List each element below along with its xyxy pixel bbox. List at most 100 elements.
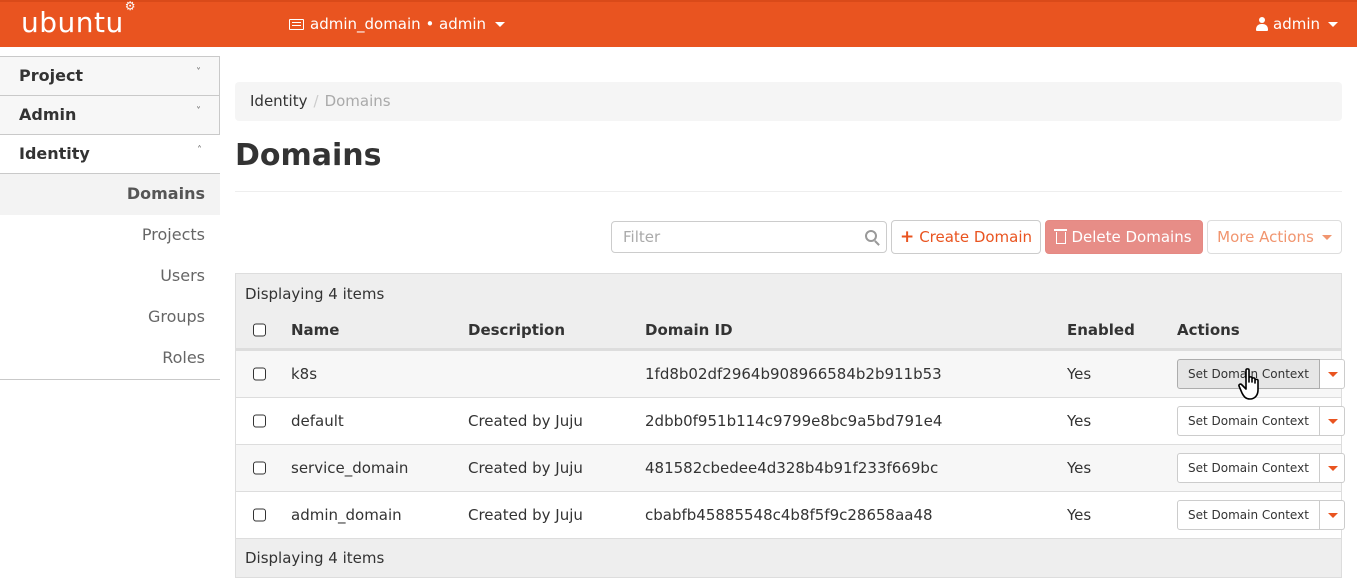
select-all-checkbox[interactable] xyxy=(253,323,266,337)
sidebar: Project ˅ Admin ˅ Identity ˄ Domains Pro… xyxy=(0,56,220,380)
caret-down-icon xyxy=(1328,418,1339,424)
sidebar-item-groups[interactable]: Groups xyxy=(0,297,220,338)
row-actions-dropdown-toggle[interactable] xyxy=(1319,406,1345,436)
sidebar-section-label: Project xyxy=(19,66,84,85)
page-title: Domains xyxy=(235,138,382,173)
caret-down-icon xyxy=(1321,234,1332,240)
sidebar-section-admin[interactable]: Admin ˅ xyxy=(0,95,220,134)
caret-down-icon xyxy=(495,21,506,27)
caret-down-icon xyxy=(1328,512,1339,518)
sidebar-item-users[interactable]: Users xyxy=(0,256,220,297)
row-checkbox[interactable] xyxy=(253,367,266,381)
row-checkbox[interactable] xyxy=(253,461,266,475)
search-icon[interactable] xyxy=(865,230,877,242)
row-select-cell xyxy=(253,508,266,522)
table-row: service_domain Created by Juju 481582cbe… xyxy=(236,445,1345,492)
table-item-count: Displaying 4 items xyxy=(236,274,1341,314)
chevron-down-icon: ˅ xyxy=(196,67,201,78)
row-actions: Set Domain Context xyxy=(1177,359,1345,389)
project-switcher[interactable]: admin_domain • admin xyxy=(289,15,506,33)
set-domain-context-button[interactable]: Set Domain Context xyxy=(1177,406,1320,436)
domain-name: admin_domain xyxy=(291,506,402,524)
user-menu[interactable]: admin xyxy=(1256,15,1338,33)
brand-text: ubuntu xyxy=(21,6,124,39)
circle-of-friends-icon: ⚙ xyxy=(124,0,137,13)
domain-id: 481582cbedee4d328b4b91f233f669bc xyxy=(645,459,939,477)
caret-down-icon xyxy=(1328,21,1338,27)
delete-domains-label: Delete Domains xyxy=(1071,228,1192,246)
caret-down-icon xyxy=(1328,371,1339,377)
table-row: k8s 1fd8b02df2964b908966584b2b911b53 Yes… xyxy=(236,351,1345,398)
table-row: admin_domain Created by Juju cbabfb45885… xyxy=(236,492,1345,539)
row-actions-dropdown-toggle[interactable] xyxy=(1319,359,1345,389)
user-menu-label: admin xyxy=(1273,15,1320,33)
column-header-actions: Actions xyxy=(1177,320,1240,339)
row-actions: Set Domain Context xyxy=(1177,453,1345,483)
table-footer-count: Displaying 4 items xyxy=(236,539,1341,577)
row-select-cell xyxy=(253,367,266,381)
table-row: default Created by Juju 2dbb0f951b114c97… xyxy=(236,398,1345,445)
filter-input[interactable] xyxy=(623,228,853,246)
sidebar-item-roles[interactable]: Roles xyxy=(0,338,220,379)
caret-down-icon xyxy=(1328,465,1339,471)
create-domain-button[interactable]: + Create Domain xyxy=(891,220,1041,254)
domain-description: Created by Juju xyxy=(468,412,583,430)
breadcrumb: Identity / Domains xyxy=(235,82,1342,121)
domain-description: Created by Juju xyxy=(468,459,583,477)
more-actions-button[interactable]: More Actions xyxy=(1207,220,1342,254)
row-select-cell xyxy=(253,461,266,475)
trash-icon xyxy=(1054,229,1068,244)
column-header-name[interactable]: Name xyxy=(291,321,339,339)
top-navbar: ubuntu⚙ admin_domain • admin admin xyxy=(0,0,1357,47)
row-checkbox[interactable] xyxy=(253,508,266,522)
sidebar-item-domains[interactable]: Domains xyxy=(0,174,220,215)
column-header-domain-id[interactable]: Domain ID xyxy=(645,321,733,339)
row-actions-dropdown-toggle[interactable] xyxy=(1319,453,1345,483)
plus-icon: + xyxy=(899,227,915,247)
set-domain-context-button[interactable]: Set Domain Context xyxy=(1177,359,1320,389)
select-all-cell xyxy=(253,323,266,337)
domain-id: 1fd8b02df2964b908966584b2b911b53 xyxy=(645,365,942,383)
domain-name: service_domain xyxy=(291,459,409,477)
column-header-enabled[interactable]: Enabled xyxy=(1067,321,1135,339)
ubuntu-logo[interactable]: ubuntu⚙ xyxy=(21,0,136,39)
user-icon xyxy=(1256,17,1268,31)
project-switcher-label: admin_domain • admin xyxy=(310,15,487,33)
delete-domains-button[interactable]: Delete Domains xyxy=(1045,220,1203,254)
chevron-down-icon: ˅ xyxy=(196,106,201,117)
row-actions-dropdown-toggle[interactable] xyxy=(1319,500,1345,530)
domain-enabled: Yes xyxy=(1067,365,1092,383)
row-select-cell xyxy=(253,414,266,428)
set-domain-context-button[interactable]: Set Domain Context xyxy=(1177,453,1320,483)
action-button-group: Set Domain Context xyxy=(1177,406,1345,436)
domain-name: default xyxy=(291,412,344,430)
sidebar-section-label: Admin xyxy=(19,105,77,124)
column-header-description[interactable]: Description xyxy=(468,321,565,339)
server-icon xyxy=(289,18,304,30)
domains-table: Displaying 4 items Name Description Doma… xyxy=(235,273,1345,578)
row-actions: Set Domain Context xyxy=(1177,500,1345,530)
domain-description: Created by Juju xyxy=(468,506,583,524)
breadcrumb-identity[interactable]: Identity xyxy=(250,92,308,110)
set-domain-context-button[interactable]: Set Domain Context xyxy=(1177,500,1320,530)
domain-enabled: Yes xyxy=(1067,412,1092,430)
sidebar-section-identity[interactable]: Identity ˄ xyxy=(0,134,220,173)
identity-submenu: Domains Projects Users Groups Roles xyxy=(0,173,220,380)
chevron-up-icon: ˄ xyxy=(197,145,202,156)
breadcrumb-separator: / xyxy=(313,92,319,110)
create-domain-label: Create Domain xyxy=(919,228,1033,246)
row-actions: Set Domain Context xyxy=(1177,406,1345,436)
breadcrumb-current: Domains xyxy=(324,92,391,110)
sidebar-item-projects[interactable]: Projects xyxy=(0,215,220,256)
sidebar-section-label: Identity xyxy=(19,144,90,163)
table-header: Name Description Domain ID Enabled Actio… xyxy=(236,314,1341,351)
sidebar-section-project[interactable]: Project ˅ xyxy=(0,56,220,95)
action-button-group: Set Domain Context xyxy=(1177,500,1345,530)
domain-id: 2dbb0f951b114c9799e8bc9a5bd791e4 xyxy=(645,412,943,430)
domain-id: cbabfb45885548c4b8f5f9c28658aa48 xyxy=(645,506,933,524)
domain-enabled: Yes xyxy=(1067,459,1092,477)
domain-name: k8s xyxy=(291,365,318,383)
row-checkbox[interactable] xyxy=(253,414,266,428)
more-actions-label: More Actions xyxy=(1217,228,1314,246)
filter-field xyxy=(611,221,887,253)
